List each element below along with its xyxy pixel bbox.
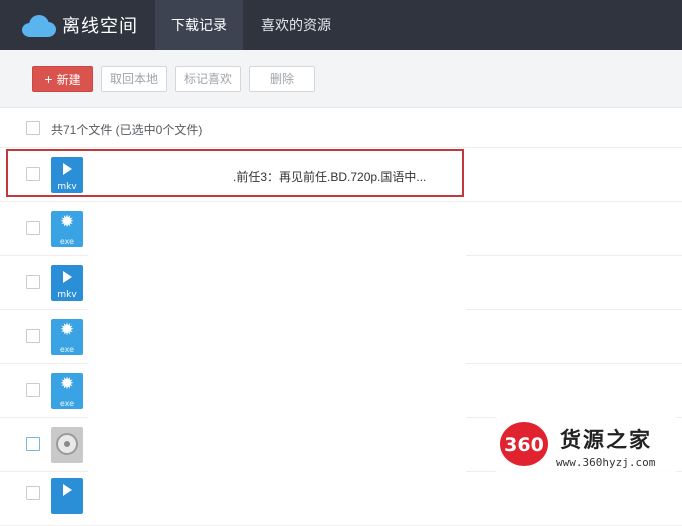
disc-image-file-icon: [51, 427, 83, 463]
cloud-icon: [20, 13, 56, 37]
exe-file-icon: ✹ exe: [51, 211, 83, 247]
video-file-icon: mkv: [51, 265, 83, 301]
toolbar: + 新建 取回本地 标记喜欢 删除: [0, 50, 682, 108]
watermark-url: www.360hyzj.com: [556, 456, 656, 469]
new-button-label: 新建: [56, 73, 81, 87]
video-file-icon: [51, 478, 83, 514]
row-checkbox[interactable]: [26, 383, 40, 397]
watermark-logo: 360: [500, 422, 548, 466]
app-logo[interactable]: 离线空间: [20, 0, 138, 50]
highlight-frame: [6, 149, 464, 197]
row-checkbox[interactable]: [26, 329, 40, 343]
exe-file-icon: ✹ exe: [51, 373, 83, 409]
top-nav-bar: 离线空间 下载记录 喜欢的资源: [0, 0, 682, 50]
new-button[interactable]: + 新建: [32, 66, 93, 92]
plus-icon: +: [44, 71, 53, 87]
tab-favorite-resources[interactable]: 喜欢的资源: [248, 0, 344, 50]
mark-favorite-button[interactable]: 标记喜欢: [175, 66, 241, 92]
redaction-overlay: [88, 214, 466, 498]
watermark: 360 货源之家 www.360hyzj.com: [496, 414, 676, 474]
list-header: 共71个文件 (已选中0个文件): [0, 108, 682, 148]
row-checkbox[interactable]: [26, 437, 40, 451]
file-count-summary: 共71个文件 (已选中0个文件): [51, 123, 203, 137]
app-title: 离线空间: [62, 16, 138, 36]
exe-file-icon: ✹ exe: [51, 319, 83, 355]
row-checkbox[interactable]: [26, 221, 40, 235]
retrieve-local-button[interactable]: 取回本地: [101, 66, 167, 92]
select-all-checkbox[interactable]: [26, 121, 40, 135]
tab-download-history[interactable]: 下载记录: [155, 0, 243, 50]
delete-button[interactable]: 删除: [249, 66, 315, 92]
row-checkbox[interactable]: [26, 275, 40, 289]
watermark-title: 货源之家: [560, 427, 652, 452]
